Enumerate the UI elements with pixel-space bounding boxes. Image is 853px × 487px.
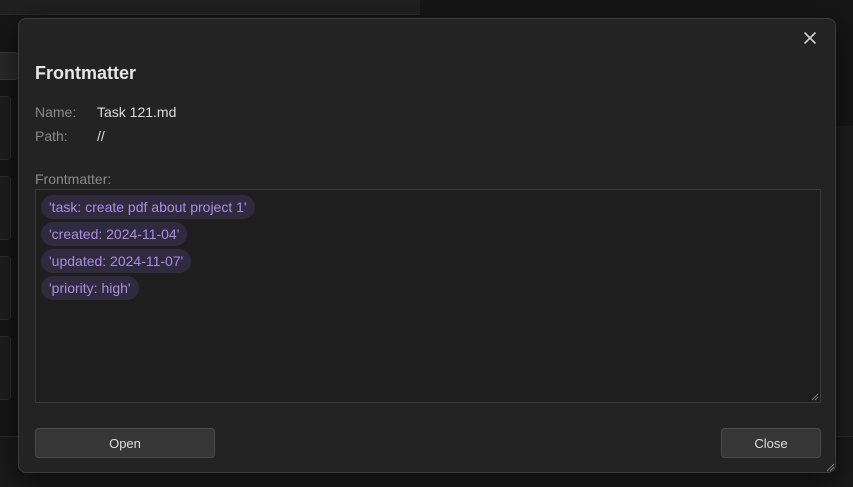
modal-title: Frontmatter (35, 63, 137, 83)
background-card (0, 96, 11, 160)
frontmatter-modal: Frontmatter Name: Task 121.md Path: // F… (18, 18, 836, 473)
frontmatter-tag: 'created: 2024-11-04' (41, 222, 188, 246)
modal-resize-icon[interactable] (825, 462, 835, 472)
background-card (0, 176, 11, 240)
open-button[interactable]: Open (35, 428, 215, 458)
path-row: Path: // (35, 128, 105, 144)
frontmatter-tag: 'priority: high' (41, 276, 139, 300)
frontmatter-tag: 'task: create pdf about project 1' (41, 195, 255, 219)
background-tab-bar (0, 0, 420, 15)
background-tab (0, 52, 19, 80)
frontmatter-list: 'task: create pdf about project 1' 'crea… (41, 195, 815, 303)
close-icon[interactable] (799, 27, 821, 49)
background-right-panel (836, 126, 853, 436)
resize-grip-icon[interactable] (811, 393, 819, 401)
path-label: Path: (35, 128, 68, 144)
list-item: 'updated: 2024-11-07' (41, 249, 815, 276)
list-item: 'priority: high' (41, 276, 815, 303)
close-button[interactable]: Close (721, 428, 821, 458)
name-label: Name: (35, 104, 77, 120)
frontmatter-label: Frontmatter: (35, 171, 112, 187)
frontmatter-tag: 'updated: 2024-11-07' (41, 249, 192, 273)
close-icon-glyph (804, 32, 816, 44)
list-item: 'task: create pdf about project 1' (41, 195, 815, 222)
name-value: Task 121.md (97, 104, 177, 120)
frontmatter-textarea[interactable]: 'task: create pdf about project 1' 'crea… (35, 189, 821, 403)
background-card (0, 336, 11, 400)
path-value: // (97, 128, 105, 144)
name-row: Name: Task 121.md (35, 104, 176, 120)
background-card (0, 256, 11, 320)
list-item: 'created: 2024-11-04' (41, 222, 815, 249)
